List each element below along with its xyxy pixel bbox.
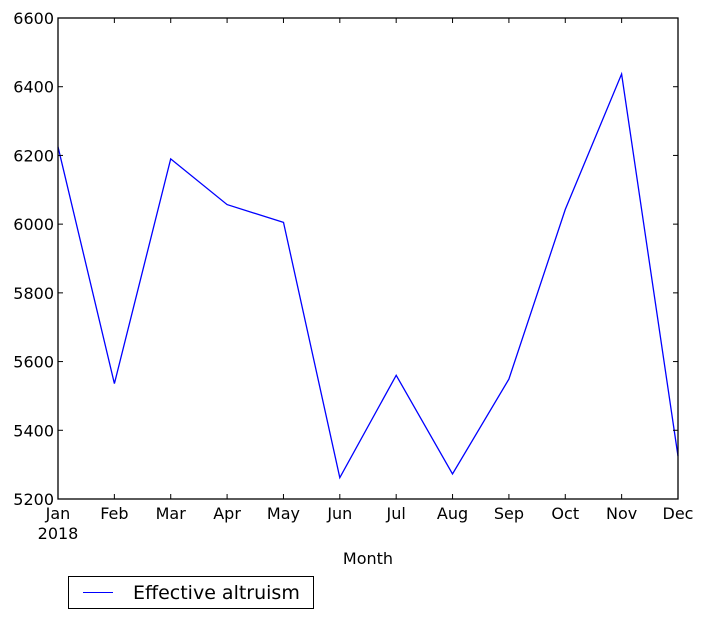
x-tick-label: Nov — [606, 504, 637, 523]
y-tick-label: 6400 — [13, 78, 54, 97]
x-tick-label: Apr — [213, 504, 241, 523]
x-tick-label: Oct — [551, 504, 579, 523]
x-tick-label: Mar — [156, 504, 187, 523]
x-tick-label: Jan — [45, 504, 71, 523]
y-axis: 52005400560058006000620064006600 — [13, 9, 678, 509]
x-tick-label: Dec — [663, 504, 694, 523]
x-tick-label: Feb — [100, 504, 128, 523]
legend-line-swatch — [83, 592, 113, 593]
line-chart: 52005400560058006000620064006600 Jan Feb M… — [13, 9, 694, 568]
legend: Effective altruism — [68, 576, 314, 609]
x-tick-label: May — [267, 504, 300, 523]
x-tick-label: Aug — [437, 504, 468, 523]
plot-area — [57, 17, 679, 500]
y-tick-label: 5600 — [13, 353, 54, 372]
y-tick-label: 6600 — [13, 9, 54, 28]
x-tick-year-label: 2018 — [38, 524, 79, 543]
y-tick-label: 6000 — [13, 215, 54, 234]
x-tick-label: Sep — [494, 504, 524, 523]
legend-label: Effective altruism — [133, 581, 300, 604]
x-axis: Jan Feb Mar Apr May Jun Jul Aug Sep Oct Nov Dec — [45, 18, 694, 523]
y-tick-label: 5400 — [13, 421, 54, 440]
x-tick-label: Jun — [326, 504, 352, 523]
series-line-0 — [57, 71, 679, 480]
x-axis-label: Month — [343, 549, 393, 568]
x-tick-label: Jul — [386, 504, 406, 523]
y-tick-label: 6200 — [13, 146, 54, 165]
y-tick-label: 5800 — [13, 284, 54, 303]
